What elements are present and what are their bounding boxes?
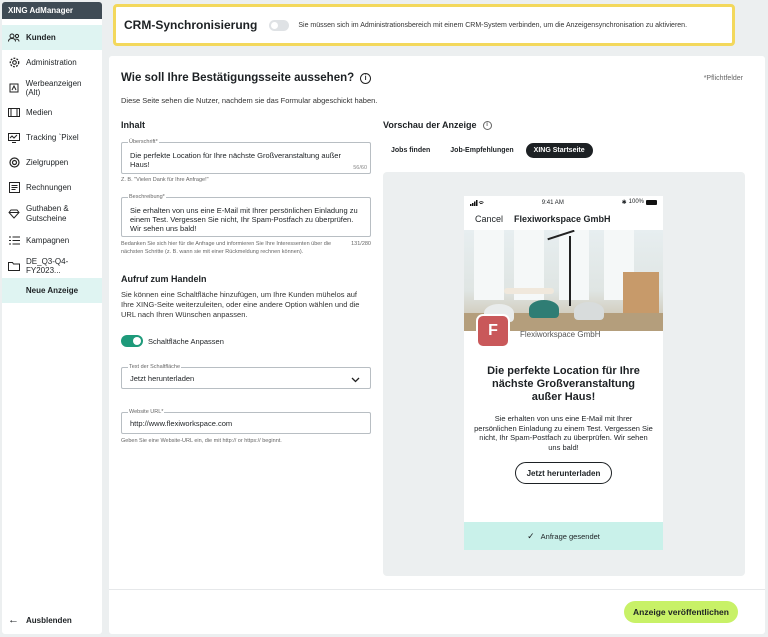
battery-status: ✱ 100% xyxy=(621,199,657,206)
headline-input[interactable]: Die perfekte Location für Ihre nächste G… xyxy=(122,143,370,169)
phone-status-bar: 9:41 AM ✱ 100% xyxy=(464,196,663,208)
sidebar-item-neue-anzeige[interactable]: Neue Anzeige xyxy=(2,278,102,303)
sidebar-item-zielgruppen[interactable]: Zielgruppen xyxy=(2,150,102,175)
brand-label: XING AdManager xyxy=(2,2,102,19)
sidebar-item-werbeanzeigen[interactable]: Werbeanzeigen (Alt) xyxy=(2,75,102,100)
crm-title: CRM-Synchronisierung xyxy=(124,18,258,32)
description-char-count: 131/280 xyxy=(351,241,371,247)
customize-button-toggle[interactable] xyxy=(121,335,143,347)
page-description: Diese Seite sehen die Nutzer, nachdem si… xyxy=(121,96,378,105)
collapse-sidebar-button[interactable]: ← Ausblenden xyxy=(8,614,72,626)
headline-char-count: 56/60 xyxy=(353,165,367,171)
website-url-input[interactable]: http://www.flexiworkspace.com xyxy=(122,413,370,428)
cta-section-title: Aufruf zum Handeln xyxy=(121,274,207,284)
users-icon xyxy=(8,32,20,44)
sidebar: XING AdManager Kunden Administration Wer… xyxy=(2,2,102,634)
phone-cancel[interactable]: Cancel xyxy=(475,214,503,224)
website-url-field[interactable]: Website URL* http://www.flexiworkspace.c… xyxy=(121,409,371,434)
button-text-select[interactable]: Text der Schaltfläche Jetzt herunterlade… xyxy=(121,364,371,389)
chevron-down-icon xyxy=(351,375,360,385)
website-url-hint: Geben Sie eine Website-URL ein, die mit … xyxy=(121,438,282,444)
check-icon: ✓ xyxy=(527,530,535,541)
sidebar-item-administration[interactable]: Administration xyxy=(2,50,102,75)
sidebar-item-guthaben[interactable]: Guthaben & Gutscheine xyxy=(2,200,102,228)
preview-title: Vorschau der Anzeige i xyxy=(383,120,492,130)
company-name: Flexiworkspace GmbH xyxy=(520,329,601,339)
cta-toggle-row: Schaltfläche Anpassen xyxy=(121,335,224,347)
phone-company-title: Flexiworkspace GmbH xyxy=(514,214,611,224)
invoice-icon xyxy=(8,182,20,194)
info-icon[interactable]: i xyxy=(360,72,372,84)
sidebar-item-campaign-folder[interactable]: DE_Q3-Q4-FY2023... xyxy=(2,253,102,278)
customize-button-label: Schaltfläche Anpassen xyxy=(148,336,224,346)
description-hint: 131/280 Bedanken Sie sich hier für die A… xyxy=(121,241,371,255)
sidebar-item-medien[interactable]: Medien xyxy=(2,100,102,125)
content-section-title: Inhalt xyxy=(121,120,145,130)
cta-description: Sie können eine Schaltfläche hinzufügen,… xyxy=(121,290,360,319)
required-note: *Pflichtfelder xyxy=(703,75,743,82)
preview-tabs: Jobs finden Job-Empfehlungen XING Starts… xyxy=(383,143,593,158)
phone-header: Cancel Flexiworkspace GmbH xyxy=(464,208,663,230)
sidebar-item-kunden[interactable]: Kunden xyxy=(2,25,102,50)
phone-preview: 9:41 AM ✱ 100% Cancel Flexiworkspace Gmb… xyxy=(464,196,663,550)
crm-sync-bar: CRM-Synchronisierung Sie müssen sich im … xyxy=(113,4,735,46)
crm-sync-toggle[interactable] xyxy=(269,19,290,31)
gear-icon xyxy=(8,57,20,69)
preview-cta-button[interactable]: Jetzt herunterladen xyxy=(515,462,612,484)
sidebar-item-tracking[interactable]: Tracking `Pixel xyxy=(2,125,102,150)
folder-icon xyxy=(8,260,20,272)
tab-jobs-finden[interactable]: Jobs finden xyxy=(383,143,438,158)
preview-info-icon[interactable]: i xyxy=(482,120,492,130)
tab-job-empfehlungen[interactable]: Job-Empfehlungen xyxy=(442,143,521,158)
list-icon xyxy=(8,235,20,247)
diamond-icon xyxy=(8,208,20,220)
company-logo: F xyxy=(476,314,510,348)
preview-canvas: 9:41 AM ✱ 100% Cancel Flexiworkspace Gmb… xyxy=(383,172,745,576)
footer-divider xyxy=(109,589,765,590)
sidebar-item-kampagnen[interactable]: Kampagnen xyxy=(2,228,102,253)
company-row: F Flexiworkspace GmbH xyxy=(464,314,663,348)
battery-icon xyxy=(646,199,657,205)
request-sent-banner: ✓ Anfrage gesendet xyxy=(464,522,663,550)
sidebar-item-rechnungen[interactable]: Rechnungen xyxy=(2,175,102,200)
arrow-left-icon: ← xyxy=(8,614,19,626)
publish-ad-button[interactable]: Anzeige veröffentlichen xyxy=(624,601,738,623)
main-panel: Wie soll Ihre Bestätigungsseite aussehen… xyxy=(109,56,765,634)
preview-headline: Die perfekte Location für Ihre nächste G… xyxy=(487,365,640,403)
button-text-value: Jetzt herunterladen xyxy=(130,374,195,383)
page-title: Wie soll Ihre Bestätigungsseite aussehen… xyxy=(121,72,372,84)
tab-xing-startseite[interactable]: XING Startseite xyxy=(525,143,593,158)
film-icon xyxy=(8,107,20,119)
target-icon xyxy=(8,157,20,169)
status-time: 9:41 AM xyxy=(541,200,564,206)
description-input[interactable]: Sie erhalten von uns eine E-Mail mit Ihr… xyxy=(122,198,370,233)
crm-info-text: Sie müssen sich im Administrationsbereic… xyxy=(298,21,688,29)
headline-field[interactable]: Überschrift* Die perfekte Location für I… xyxy=(121,139,371,174)
monitor-icon xyxy=(8,132,20,144)
bluetooth-icon: ✱ xyxy=(621,199,627,206)
signal-wifi-icon xyxy=(470,200,484,206)
description-field[interactable]: Beschreibung* Sie erhalten von uns eine … xyxy=(121,194,371,237)
preview-body: Sie erhalten von uns eine E-Mail mit Ihr… xyxy=(474,414,653,452)
headline-hint: Z. B. "Vielen Dank für Ihre Anfrage!" xyxy=(121,177,209,183)
ad-icon xyxy=(8,82,20,94)
